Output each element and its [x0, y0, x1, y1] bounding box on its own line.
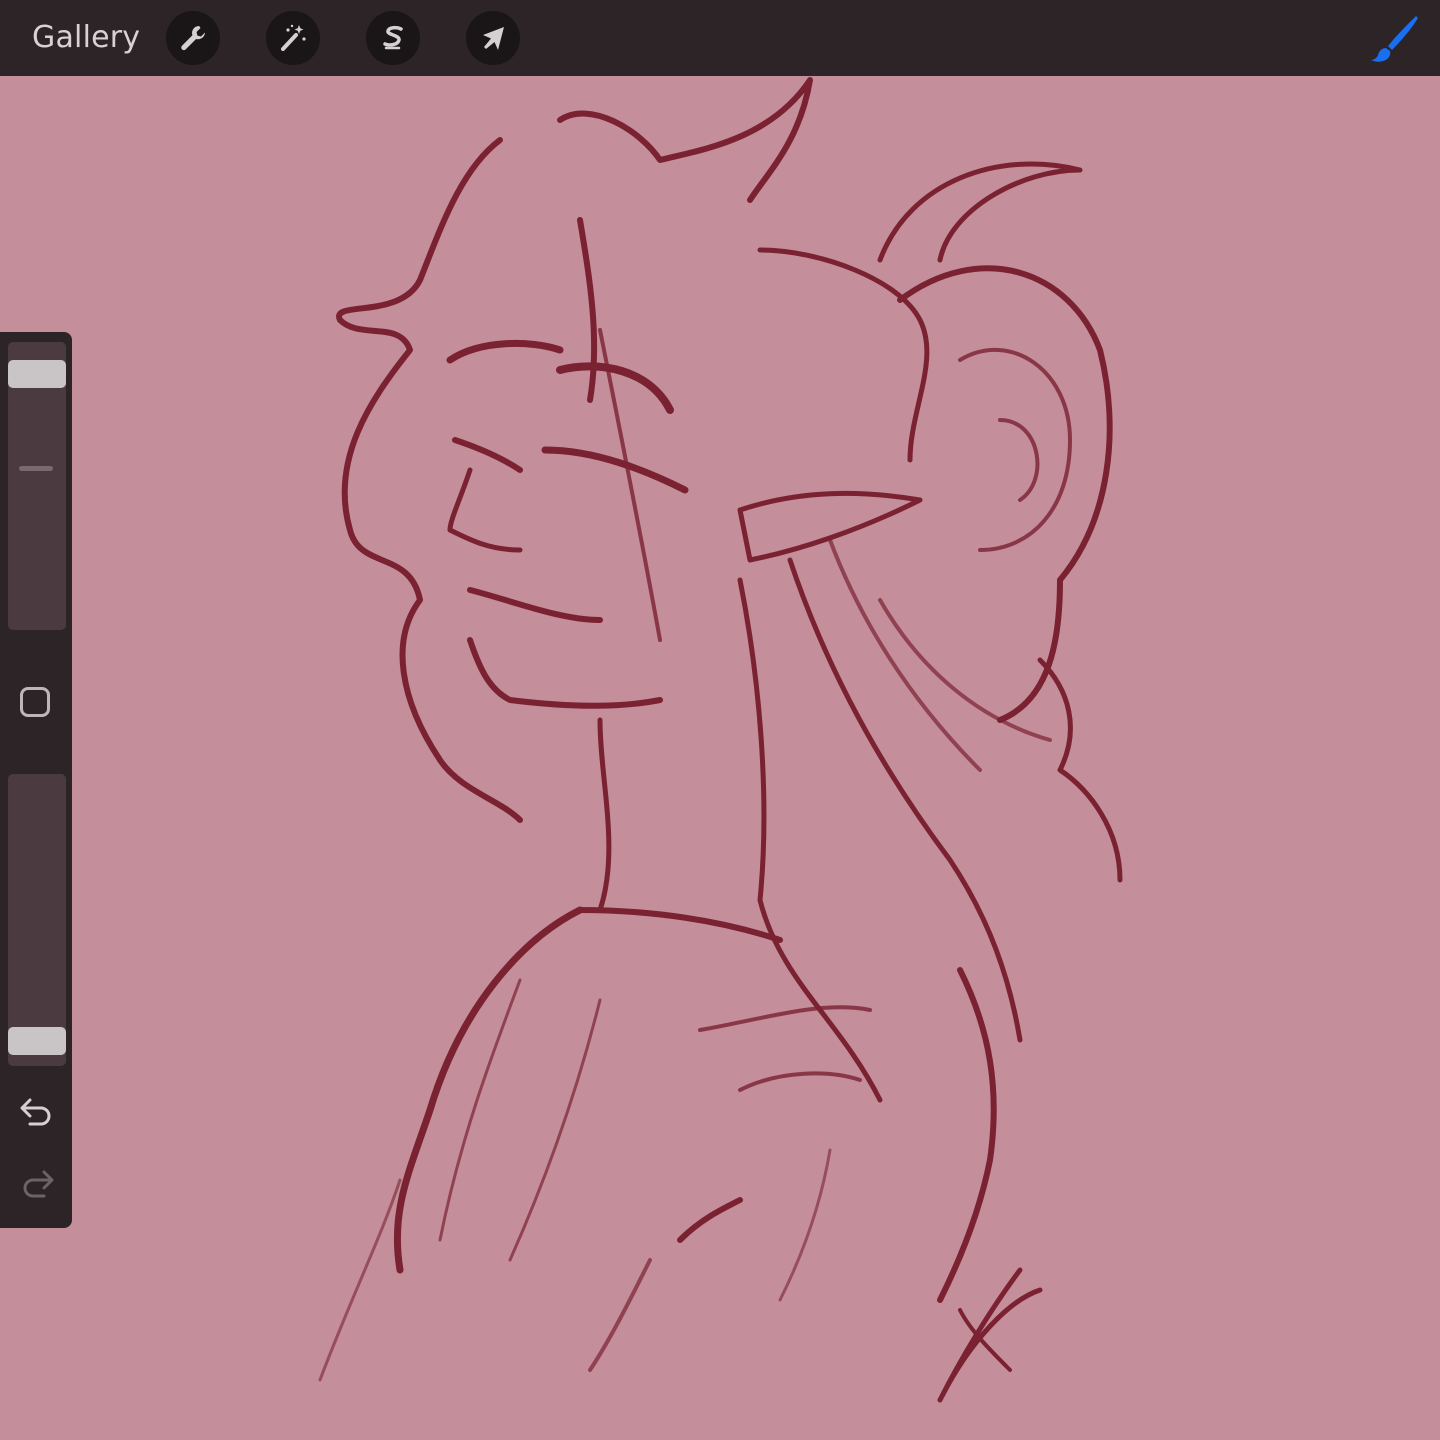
brush-icon: [1371, 16, 1418, 62]
top-toolbar: Gallery: [0, 0, 1440, 76]
opacity-thumb[interactable]: [8, 1027, 66, 1056]
actions-button[interactable]: [166, 11, 220, 65]
square-modifier-icon[interactable]: [20, 687, 50, 717]
wrench-icon: [181, 26, 205, 51]
left-sidebar: [0, 332, 72, 1228]
brush-size-thumb[interactable]: [8, 360, 66, 389]
adjustments-button[interactable]: [266, 11, 320, 65]
slider-tick: [19, 466, 53, 471]
redo-icon[interactable]: [18, 1166, 56, 1200]
brush-button[interactable]: [1368, 12, 1422, 66]
magic-wand-icon: [281, 24, 306, 51]
transform-button[interactable]: [466, 11, 520, 65]
drawing-canvas[interactable]: [0, 76, 1440, 1440]
undo-icon[interactable]: [18, 1094, 56, 1128]
selection-s-icon: [383, 25, 403, 50]
sketch-artwork: [318, 77, 1123, 1403]
selection-button[interactable]: [366, 11, 420, 65]
gallery-button[interactable]: Gallery: [32, 18, 140, 58]
arrow-cursor-icon: [483, 27, 504, 50]
opacity-slider[interactable]: [8, 774, 66, 1066]
